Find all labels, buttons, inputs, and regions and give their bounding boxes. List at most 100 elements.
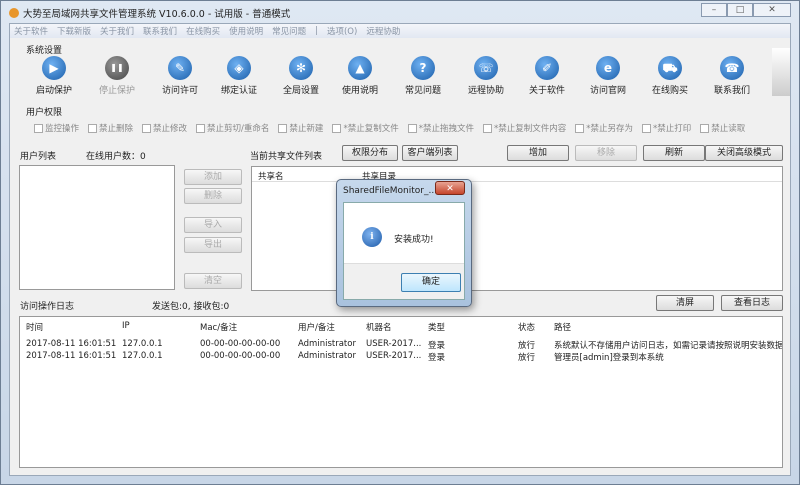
add-share-button[interactable]: 增加 (507, 145, 569, 161)
user-list[interactable] (19, 165, 175, 290)
log-cell: 放行 (518, 341, 536, 351)
minimize-button[interactable]: – (701, 3, 727, 17)
tool-label: 全局设置 (282, 86, 319, 96)
tool-button-graduation[interactable]: ▲ 使用说明 (328, 56, 392, 96)
log-column-header[interactable]: 状态 (518, 321, 535, 333)
tool-button-play[interactable]: ▶ 启动保护 (22, 56, 86, 96)
log-cell: 放行 (518, 353, 536, 363)
tool-button-about[interactable]: ✐ 关于软件 (515, 56, 579, 96)
close-button[interactable]: ✕ (753, 3, 791, 17)
log-row[interactable]: 2017-08-11 16:01:51 127.0.0.1 00-00-00-00-… (26, 339, 782, 351)
tool-button-remote[interactable]: ☏ 远程协助 (454, 56, 518, 96)
tool-button-question[interactable]: ? 常见问题 (391, 56, 455, 96)
delete-user-button[interactable]: 删除 (184, 188, 242, 204)
checkbox-icon[interactable] (332, 123, 342, 133)
checkbox-icon[interactable] (196, 123, 206, 133)
log-cell: 00-00-00-00-00-00 (200, 351, 281, 361)
tool-button-cart[interactable]: ⛟ 在线购买 (638, 56, 702, 96)
permission-label: *禁止另存为 (586, 124, 633, 134)
checkbox-icon[interactable] (278, 123, 288, 133)
checkbox-icon[interactable] (642, 123, 651, 133)
log-column-header[interactable]: 类型 (428, 321, 445, 333)
log-row[interactable]: 2017-08-11 16:01:51 127.0.0.1 00-00-00-00-… (26, 351, 782, 363)
tool-button-shield[interactable]: ◈ 绑定认证 (207, 56, 271, 96)
refresh-button[interactable]: 刷新 (643, 145, 705, 161)
menu-item[interactable]: 关于软件 (14, 25, 48, 37)
tool-label: 使用说明 (341, 86, 378, 96)
tool-button-pause[interactable]: ❚❚ 停止保护 (85, 56, 149, 96)
app-icon (9, 8, 19, 18)
menu-item[interactable]: 远程协助 (366, 25, 400, 37)
checkbox-icon[interactable] (482, 123, 492, 133)
message-dialog: SharedFileMonitor_... ✕ i 安装成功! 确定 (336, 179, 472, 307)
tool-button-key[interactable]: ✎ 访问许可 (148, 56, 212, 96)
menu-item[interactable]: 下载新版 (57, 25, 91, 37)
log-column-header[interactable]: 路径 (554, 321, 571, 333)
log-cell: Administrator (298, 351, 356, 361)
client-list-button[interactable]: 客户端列表 (402, 145, 458, 161)
checkbox-icon[interactable] (407, 123, 417, 133)
menu-item[interactable]: 选项(O) (327, 25, 357, 37)
info-icon: i (362, 227, 382, 247)
permission-checkbox[interactable]: *禁止另存为 (575, 122, 633, 134)
log-cell: 00-00-00-00-00-00 (200, 339, 281, 349)
log-column-header[interactable]: Mac/备注 (200, 321, 237, 333)
view-log-button[interactable]: 查看日志 (721, 295, 783, 311)
play-icon: ▶ (42, 56, 66, 80)
permission-label: 禁止读取 (711, 124, 746, 134)
permission-checkbox[interactable]: 禁止新建 (278, 122, 323, 134)
permission-checkbox[interactable]: 禁止读取 (700, 122, 745, 134)
share-table[interactable]: 共享名 共享目录 (251, 166, 783, 291)
log-cell: USER-2017... (366, 351, 422, 361)
permission-checkbox[interactable]: *禁止复制文件 (332, 122, 399, 134)
permission-checkbox[interactable]: 禁止剪切/重命名 (196, 122, 269, 134)
tool-label: 访问许可 (161, 86, 198, 96)
log-column-header[interactable]: IP (122, 321, 130, 331)
menu-item[interactable]: 联系我们 (143, 25, 177, 37)
log-column-header[interactable]: 时间 (26, 321, 43, 333)
remote-icon: ☏ (474, 56, 498, 80)
import-button[interactable]: 导入 (184, 217, 242, 233)
access-log-table[interactable]: 时间 IP Mac/备注 用户/备注 机器名 类型 状态 路径 2017-08-11 16:0… (19, 316, 783, 468)
access-log-label: 访问操作日志 (20, 302, 75, 312)
menu-item[interactable]: 常见问题 (272, 25, 306, 37)
log-column-header[interactable]: 用户/备注 (298, 321, 335, 333)
checkbox-icon[interactable] (142, 123, 152, 133)
permission-checkbox[interactable]: 监控操作 (34, 122, 79, 134)
ok-button[interactable]: 确定 (401, 273, 461, 292)
permission-checkbox[interactable]: 禁止修改 (142, 122, 187, 134)
checkbox-icon[interactable] (88, 123, 98, 133)
permission-distribution-button[interactable]: 权限分布 (342, 145, 398, 161)
tool-label: 常见问题 (404, 86, 441, 96)
checkbox-icon[interactable] (34, 123, 43, 133)
column-share-name[interactable]: 共享名 (258, 170, 284, 182)
log-cell: 2017-08-11 16:01:51 (26, 351, 117, 361)
menu-item[interactable]: 使用说明 (229, 25, 263, 37)
cart-icon: ⛟ (658, 56, 682, 80)
permission-checkbox[interactable]: *禁止拖拽文件 (407, 122, 474, 134)
packet-counter: 发送包:0, 接收包:0 (152, 302, 230, 312)
dialog-close-button[interactable]: ✕ (435, 181, 465, 195)
menu-separator: | (315, 26, 318, 36)
clear-users-button[interactable]: 清空 (184, 273, 242, 289)
clear-screen-button[interactable]: 清屏 (656, 295, 714, 311)
log-column-header[interactable]: 机器名 (366, 321, 392, 333)
remove-share-button[interactable]: 移除 (575, 145, 637, 161)
permission-checkbox[interactable]: 禁止删除 (88, 122, 133, 134)
add-user-button[interactable]: 添加 (184, 169, 242, 185)
maximize-button[interactable]: □ (727, 3, 753, 17)
checkbox-icon[interactable] (575, 123, 585, 133)
tool-button-ie[interactable]: e 访问官网 (576, 56, 640, 96)
menu-item[interactable]: 在线购买 (186, 25, 220, 37)
log-cell: USER-2017... (366, 339, 422, 349)
permission-checkbox[interactable]: *禁止打印 (642, 122, 691, 134)
tool-button-phone[interactable]: ☎ 联系我们 (700, 56, 764, 96)
checkbox-icon[interactable] (700, 123, 710, 133)
permission-label: 禁止删除 (99, 124, 134, 134)
menu-item[interactable]: 关于我们 (100, 25, 134, 37)
export-button[interactable]: 导出 (184, 237, 242, 253)
close-advanced-mode-button[interactable]: 关闭高级模式 (705, 145, 783, 161)
permission-checkbox[interactable]: *禁止复制文件内容 (482, 122, 566, 134)
permissions-label: 用户权限 (26, 108, 63, 118)
tool-button-gear[interactable]: ✻ 全局设置 (269, 56, 333, 96)
